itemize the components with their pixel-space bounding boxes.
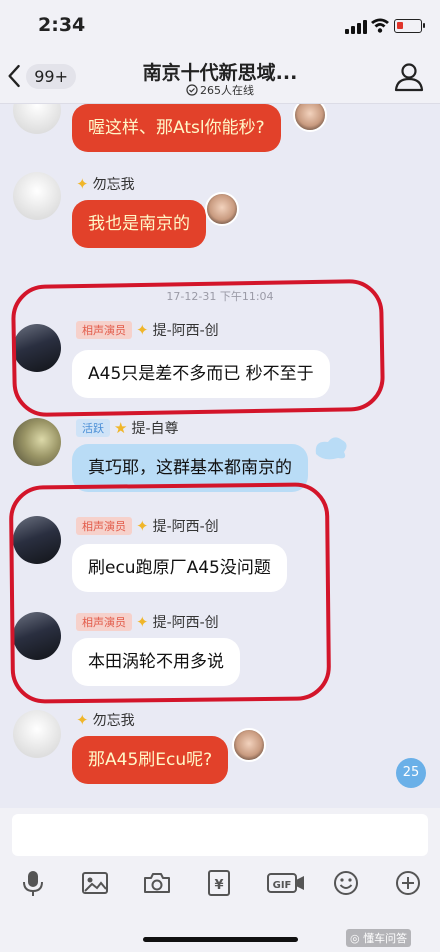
gif-label: GIF [273,880,292,891]
sticker-face [205,192,239,226]
new-messages-badge[interactable]: 25 [396,758,426,788]
message-input[interactable] [12,814,428,856]
input-toolbar: ¥ GIF [0,868,440,900]
sticker-face [232,728,266,762]
status-bar: 2:34 [0,0,440,48]
image-button[interactable] [80,868,110,898]
sender-row: ✦ 勿忘我 [76,710,135,730]
sender-name: 勿忘我 [92,713,135,729]
camera-button[interactable] [142,868,172,898]
red-packet-button[interactable]: ¥ [204,868,234,898]
online-icon [186,84,198,96]
avatar[interactable] [13,104,61,134]
voice-button[interactable] [18,868,48,898]
camera-icon [144,873,170,893]
message-bubble[interactable]: 我也是南京的 [72,200,206,248]
sticker-face [293,104,327,132]
avatar[interactable] [13,710,61,758]
smiley-icon [334,871,358,895]
image-icon [82,872,108,894]
online-count: 265人在线 [200,84,254,97]
group-members-icon[interactable] [392,62,426,92]
bubble-decoration-icon [315,437,347,460]
chat-area[interactable]: 喔这样、那Atsl你能秒? ✦ 勿忘我 我也是南京的 17-12-31 下午11… [0,104,440,808]
avatar[interactable] [13,418,61,466]
avatar[interactable] [13,172,61,220]
cellular-signal-icon [345,20,367,34]
microphone-icon [23,871,43,896]
wifi-icon [371,18,389,33]
home-indicator[interactable] [143,937,298,942]
chevron-left-icon [8,64,20,88]
message-bubble[interactable]: 喔这样、那Atsl你能秒? [72,104,281,152]
annotation-circle [8,482,332,704]
online-status: 265人在线 [90,82,350,98]
member-title-badge: 活跃 [76,419,110,437]
money-symbol: ¥ [214,878,223,893]
battery-icon [394,19,425,33]
page-title[interactable]: 南京十代新思域... [90,58,350,85]
gif-button[interactable]: GIF [266,868,306,898]
watermark: ◎ 懂车问答 [346,929,412,947]
rank-star-icon: ✦ [76,711,89,729]
back-button[interactable]: 99+ [6,58,76,94]
gif-icon: GIF [267,873,304,893]
rank-star-icon: ✦ [76,175,89,193]
annotation-circle [10,278,386,418]
more-button[interactable] [393,868,423,898]
back-unread-badge: 99+ [26,63,76,89]
plus-circle-icon [396,871,420,895]
sender-name: 提-自尊 [131,421,179,437]
rank-star-icon: ★ [114,419,128,437]
nav-bar: 99+ 南京十代新思域... 265人在线 [0,48,440,104]
sender-row: 活跃 ★ 提-自尊 [76,418,179,438]
message-bubble[interactable]: 那A45刷Ecu呢? [72,736,229,784]
money-icon: ¥ [208,870,230,896]
emoji-button[interactable] [331,868,361,898]
sender-row: ✦ 勿忘我 [76,174,135,194]
sender-name: 勿忘我 [92,177,135,193]
status-time: 2:34 [38,14,86,36]
